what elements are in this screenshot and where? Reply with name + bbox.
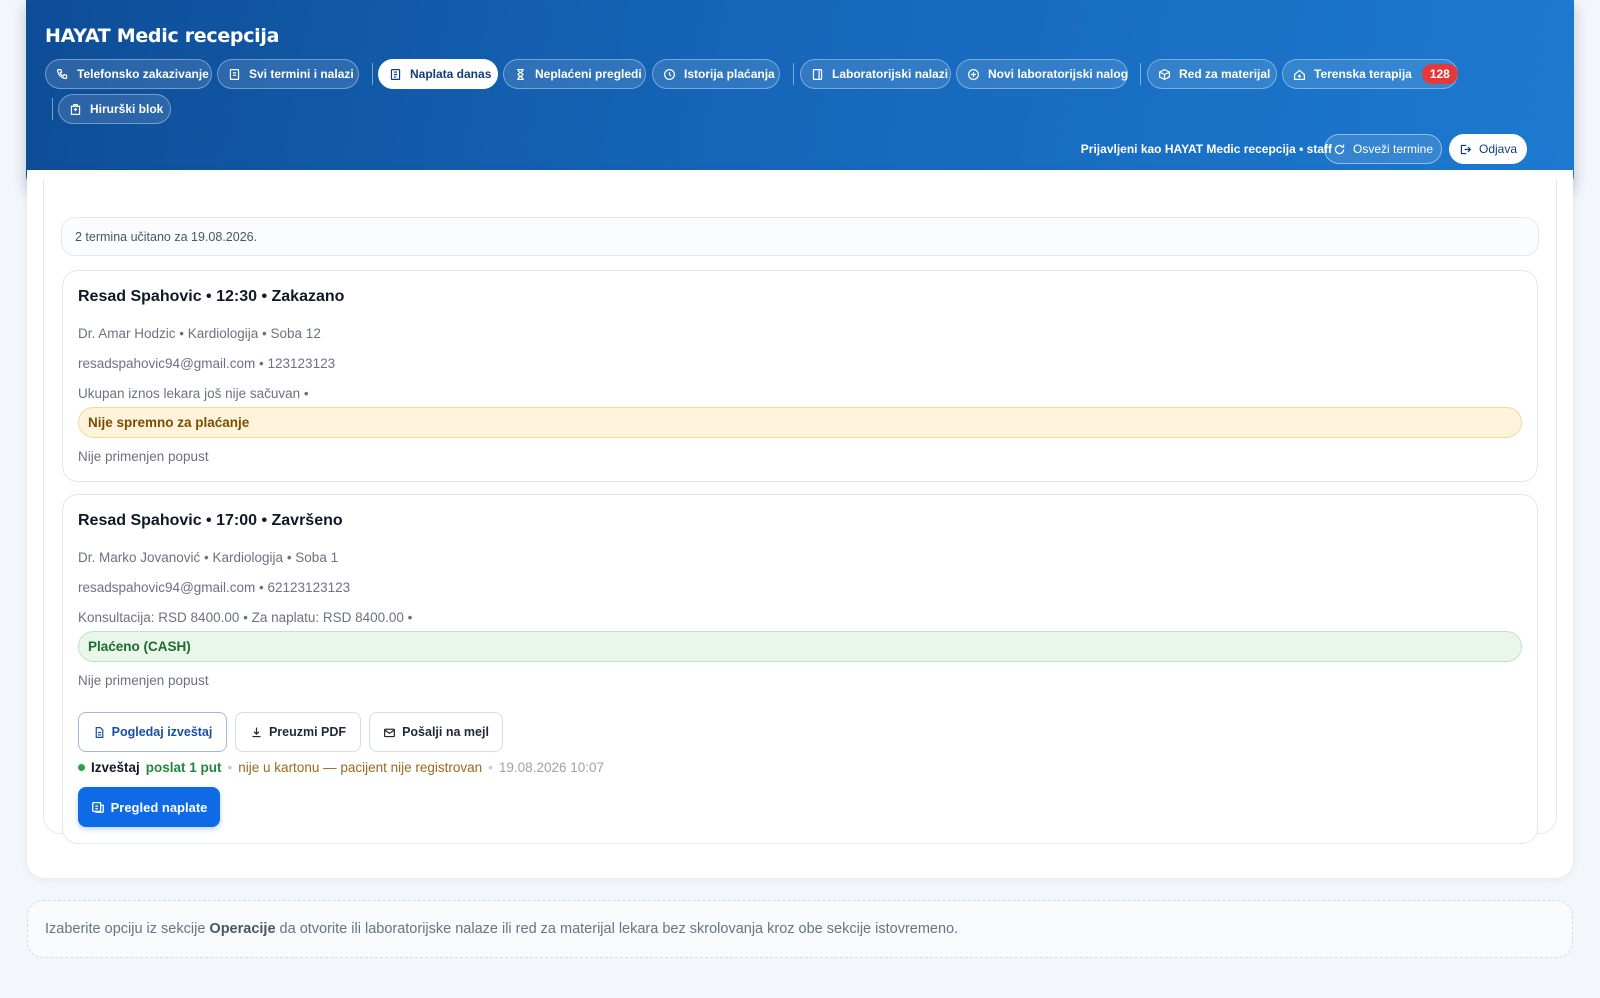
clock-icon — [664, 68, 675, 80]
operations-hint: Izaberite opciju iz sekcije Operacije da… — [27, 900, 1573, 958]
operations-section-name: Operacije — [209, 921, 276, 937]
contact-line: resadspahovic94@gmail.com • 62123123123 — [78, 580, 351, 595]
report-note: nije u kartonu — pacijent nije registrov… — [238, 760, 483, 775]
nav-neplaceni-pregledi[interactable]: Neplaćeni pregledi — [503, 59, 646, 89]
notification-badge: 128 — [1421, 64, 1458, 84]
hourglass-icon — [517, 68, 524, 80]
refresh-icon — [1334, 144, 1345, 154]
report-sent-count: poslat 1 put — [145, 760, 222, 775]
nav-separator — [372, 63, 373, 85]
discount-line: Nije primenjen popust — [78, 673, 209, 688]
plus-circle-icon — [968, 68, 979, 80]
nav-svi-termini[interactable]: Svi termini i nalazi — [217, 59, 359, 89]
amount-line: Konsultacija: RSD 8400.00 • Za naplatu: … — [78, 610, 413, 625]
nav-terenska-terapija[interactable]: Terenska terapija 128 — [1282, 59, 1458, 89]
amount-line: Ukupan iznos lekara još nije sačuvan • — [78, 386, 309, 401]
nav-separator — [1140, 63, 1141, 85]
calendar-list-icon — [229, 68, 240, 80]
report-timestamp: 19.08.2026 10:07 — [498, 760, 605, 775]
home-medical-icon — [1294, 69, 1305, 80]
nav-novi-laboratorijski-nalog[interactable]: Novi laboratorijski nalog — [956, 59, 1128, 89]
appointment-title: Resad Spahovic • 12:30 • Zakazano — [78, 288, 345, 305]
nav-telefonsko-zakazivanje[interactable]: Telefonsko zakazivanje — [45, 59, 212, 89]
doctor-line: Dr. Amar Hodzic • Kardiologija • Soba 12 — [78, 326, 321, 341]
payment-status-badge: Plaćeno (CASH) — [78, 631, 1522, 662]
report-actions: Pogledaj izveštaj Preuzmi PDF Pošalji na… — [78, 712, 508, 752]
nav-naplata-danas[interactable]: Naplata danas — [378, 59, 498, 89]
nav-separator — [793, 63, 794, 85]
report-label: Izveštaj — [91, 760, 140, 775]
billing-icon — [91, 801, 104, 813]
app-title: HAYAT Medic recepcija — [45, 25, 280, 47]
report-status-line: Izveštaj poslat 1 put • nije u kartonu —… — [78, 760, 604, 775]
nav-hirurski-blok[interactable]: Hirurški blok — [58, 94, 171, 124]
view-report-button[interactable]: Pogledaj izveštaj — [78, 712, 227, 752]
top-header: HAYAT Medic recepcija Telefonsko zakaziv… — [26, 0, 1574, 191]
phone-icon — [57, 68, 68, 79]
hospital-icon — [70, 103, 81, 115]
payment-status-badge: Nije spremno za plaćanje — [78, 407, 1522, 438]
nav-separator — [52, 98, 53, 120]
refresh-appointments-button[interactable]: Osveži termine — [1324, 134, 1442, 164]
download-pdf-button[interactable]: Preuzmi PDF — [235, 712, 361, 752]
send-email-button[interactable]: Pošalji na mejl — [369, 712, 503, 752]
logout-button[interactable]: Odjava — [1449, 134, 1527, 164]
logout-icon — [1460, 144, 1472, 154]
box-icon — [1159, 68, 1170, 80]
file-icon — [95, 726, 103, 738]
nav-istorija-placanja[interactable]: Istorija plaćanja — [652, 59, 780, 89]
appointment-title: Resad Spahovic • 17:00 • Završeno — [78, 512, 343, 529]
status-dot-icon — [78, 764, 85, 771]
logged-in-info: Prijavljeni kao HAYAT Medic recepcija • … — [1080, 142, 1332, 156]
download-icon — [252, 727, 261, 737]
document-icon — [812, 68, 823, 80]
summary-bar: 2 termina učitano za 19.08.2026. — [61, 217, 1539, 256]
billing-review-button[interactable]: Pregled naplate — [78, 787, 220, 827]
nav-laboratorijski-nalazi[interactable]: Laboratorijski nalazi — [800, 59, 951, 89]
mail-icon — [384, 728, 396, 737]
appointment-card: Resad Spahovic • 17:00 • Završeno Dr. Ma… — [62, 494, 1538, 844]
doctor-line: Dr. Marko Jovanović • Kardiologija • Sob… — [78, 550, 339, 565]
discount-line: Nije primenjen popust — [78, 449, 209, 464]
contact-line: resadspahovic94@gmail.com • 123123123 — [78, 356, 336, 371]
receipt-icon — [390, 68, 401, 80]
appointment-card: Resad Spahovic • 12:30 • Zakazano Dr. Am… — [62, 270, 1538, 482]
nav-red-za-materijal[interactable]: Red za materijal — [1147, 59, 1277, 89]
